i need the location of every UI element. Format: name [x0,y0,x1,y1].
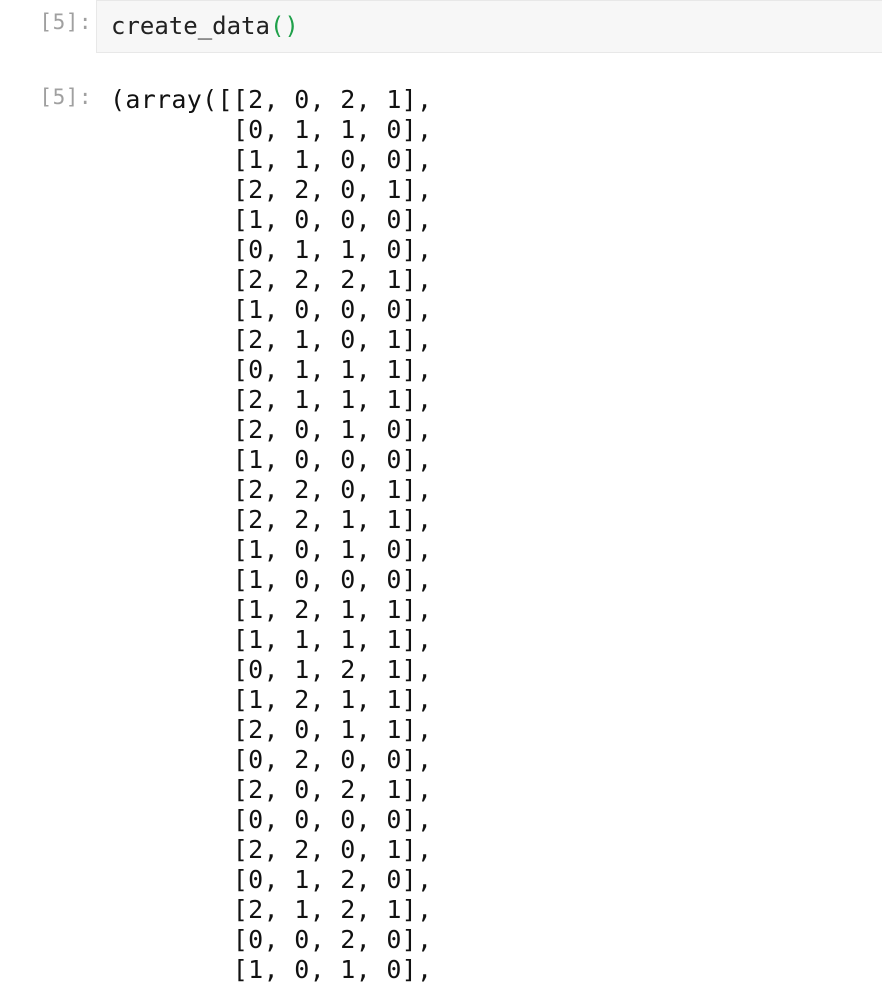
call-parens: () [270,12,299,40]
output-prompt: [5]: [0,79,96,109]
code-input-cell[interactable]: create_data() [96,0,882,53]
input-cell-row: [5]: create_data() [0,0,882,53]
input-prompt: [5]: [0,0,96,34]
function-name: create_data [111,12,270,40]
output-cell-row: [5]: (array([[2, 0, 2, 1], [0, 1, 1, 0],… [0,79,882,985]
output-content: (array([[2, 0, 2, 1], [0, 1, 1, 0], [1, … [96,79,882,985]
